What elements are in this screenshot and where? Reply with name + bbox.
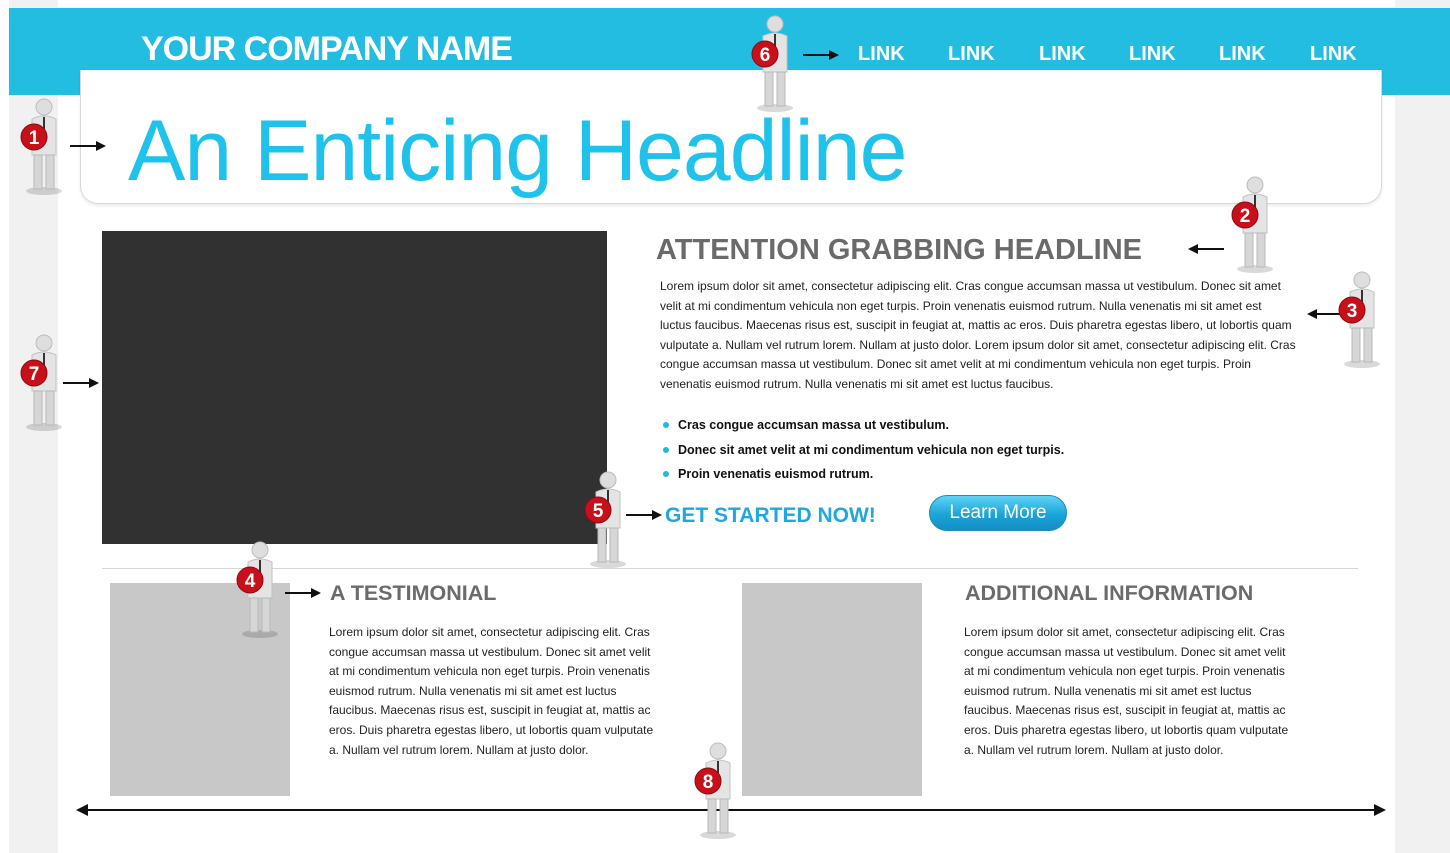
company-name[interactable]: YOUR COMPANY NAME (141, 30, 513, 69)
annotation-number: 2 (1240, 206, 1251, 227)
bullet-item: Donec sit amet velit at mi condimentum v… (663, 440, 1064, 465)
feature-headline: ATTENTION GRABBING HEADLINE (656, 234, 1143, 266)
nav-link-5[interactable]: LINK (1219, 43, 1266, 66)
additional-body: Lorem ipsum dolor sit amet, consectetur … (964, 625, 1289, 757)
nav-link-3[interactable]: LINK (1039, 43, 1086, 66)
bullet-dot-icon (663, 446, 669, 453)
annotation-number: 3 (1347, 301, 1358, 322)
annotation-number: 7 (29, 364, 40, 385)
annotation-marker-4: 4 (236, 541, 278, 638)
feature-bullet-list: Cras congue accumsan massa ut vestibulum… (663, 415, 1064, 489)
nav-link-2[interactable]: LINK (948, 43, 995, 66)
nav-link-4[interactable]: LINK (1129, 43, 1176, 66)
bullet-text: Proin venenatis euismod rutrum. (678, 467, 874, 481)
nav-link-1[interactable]: LINK (858, 43, 905, 66)
annotation-number: 6 (760, 45, 771, 66)
annotation-number: 4 (245, 571, 256, 592)
additional-headline: ADDITIONAL INFORMATION (965, 581, 1254, 605)
bullet-text: Cras congue accumsan massa ut vestibulum… (678, 418, 949, 432)
hero-headline: An Enticing Headline (128, 103, 907, 199)
left-edge (0, 0, 9, 853)
bullet-dot-icon (663, 471, 669, 477)
annotation-marker-1: 1 (20, 98, 62, 195)
testimonial-headline: A TESTIMONIAL (330, 581, 497, 605)
annotation-number: 5 (593, 501, 604, 522)
testimonial-body: Lorem ipsum dolor sit amet, consectetur … (329, 625, 654, 757)
bullet-item: Cras congue accumsan massa ut vestibulum… (663, 415, 1064, 440)
annotation-marker-6: 6 (751, 15, 793, 112)
video-placeholder[interactable] (102, 231, 607, 544)
annotation-marker-7: 7 (20, 334, 62, 431)
annotation-marker-8: 8 (694, 742, 736, 839)
feature-body: Lorem ipsum dolor sit amet, consectetur … (660, 279, 1296, 391)
annotation-marker-3: 3 (1338, 271, 1380, 368)
arrow-left-icon (1188, 244, 1224, 254)
bullet-text: Donec sit amet velit at mi condimentum v… (678, 442, 1065, 457)
get-started-cta[interactable]: GET STARTED NOW! (665, 504, 876, 528)
section-divider (102, 568, 1358, 569)
learn-more-button[interactable]: Learn More (929, 495, 1067, 531)
bullet-item: Proin venenatis euismod rutrum. (663, 464, 1064, 489)
annotation-number: 8 (703, 772, 714, 793)
arrow-right-icon (70, 141, 106, 151)
arrow-right-icon (803, 50, 839, 60)
annotation-number: 1 (29, 128, 40, 149)
additional-image (742, 583, 922, 796)
right-margin (1395, 0, 1450, 853)
bullet-dot-icon (663, 422, 669, 428)
annotation-marker-5: 5 (584, 471, 626, 568)
arrow-right-icon (285, 588, 321, 598)
nav-link-6[interactable]: LINK (1310, 43, 1357, 66)
annotation-marker-2: 2 (1231, 176, 1273, 273)
